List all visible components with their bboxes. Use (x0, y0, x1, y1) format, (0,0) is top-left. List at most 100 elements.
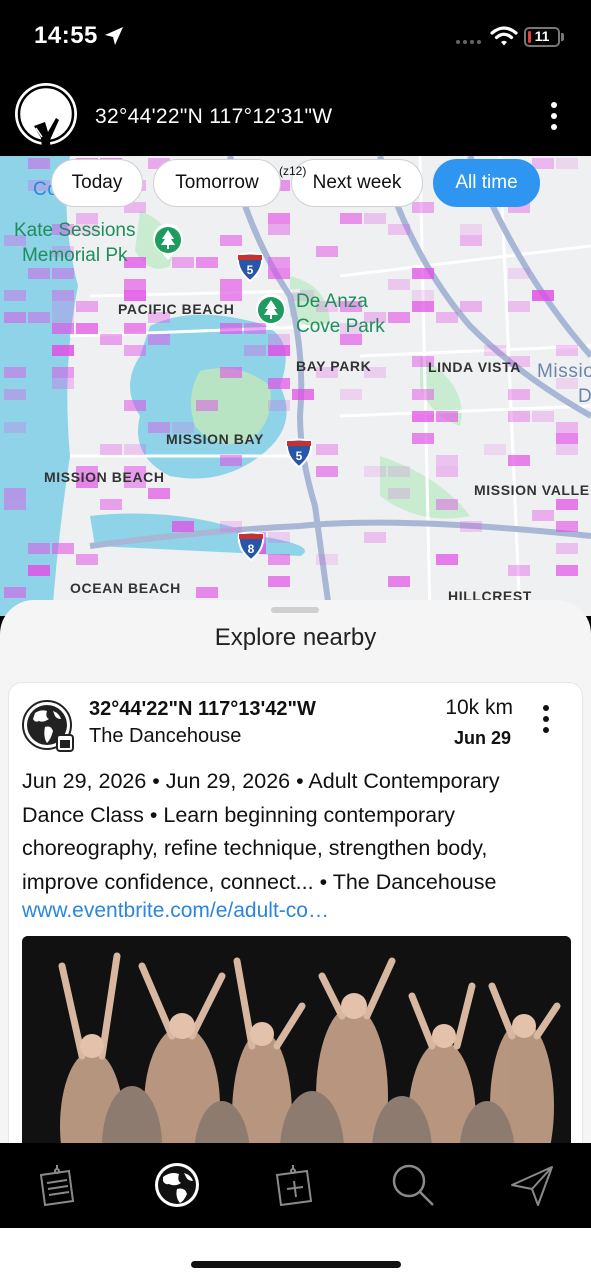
sheet-title: Explore nearby (214, 624, 377, 651)
heatmap-cell (4, 422, 26, 433)
heatmap-cell (412, 389, 434, 400)
heatmap-cell (196, 400, 218, 411)
heatmap-cell (388, 312, 410, 323)
heatmap-cell (484, 345, 506, 356)
heatmap-cell (412, 301, 434, 312)
highway-shield-icon: 5 (285, 438, 313, 468)
heatmap-cell (100, 444, 122, 455)
park-label-kate-sessions: Kate Sessions Memorial Pk (14, 218, 135, 268)
heatmap-cell (76, 554, 98, 565)
heatmap-cell (268, 378, 290, 389)
event-link[interactable]: www.eventbrite.com/e/adult-co… (22, 899, 329, 923)
heatmap-cell (268, 257, 290, 268)
heatmap-cell (532, 411, 554, 422)
event-distance: 10k km (445, 696, 513, 719)
event-description: Jun 29, 2026 • Jun 29, 2026 • Adult Cont… (22, 769, 500, 894)
park-label-line: Memorial Pk (21, 245, 128, 266)
signal-dots-icon (456, 40, 481, 44)
heatmap-cell (460, 235, 482, 246)
filter-chip-tomorrow[interactable]: Tomorrow (153, 159, 281, 207)
heatmap-cell (4, 290, 26, 301)
battery-level: 11 (534, 28, 550, 44)
heatmap-cell (4, 587, 26, 598)
send-icon[interactable] (508, 1161, 556, 1209)
heatmap-cell (436, 499, 458, 510)
heatmap-cell (52, 301, 74, 312)
highway-number: 8 (248, 542, 255, 556)
header-coordinates: 32°44'22"N 117°12'31"W (95, 105, 333, 128)
filter-chip-next-week[interactable]: Next week (291, 159, 423, 207)
park-pin-icon[interactable] (254, 292, 288, 332)
globe-calendar-icon (22, 700, 74, 752)
hand-check-logo[interactable] (12, 80, 80, 160)
heatmap-cell (340, 213, 362, 224)
filter-chip-today[interactable]: Today (51, 159, 143, 207)
heatmap-cell (196, 587, 218, 598)
location-arrow-icon (105, 27, 123, 45)
heatmap-cell (508, 389, 530, 400)
home-indicator[interactable] (191, 1261, 401, 1268)
park-label-line: Kate Sessions (14, 220, 136, 241)
heatmap-cell (52, 312, 74, 323)
note-icon[interactable] (33, 1161, 81, 1209)
heatmap-cell (268, 400, 290, 411)
map-label-bay-park: BAY PARK (296, 358, 372, 374)
map-label-mission-valley: MISSION VALLE (474, 482, 590, 498)
heatmap-cell (220, 367, 242, 378)
sheet-drag-handle[interactable] (271, 607, 319, 613)
map-label-linda-vista: LINDA VISTA (428, 359, 521, 375)
card-more-icon[interactable] (539, 705, 553, 739)
heatmap-cell (100, 334, 122, 345)
heatmap-cell (508, 455, 530, 466)
heatmap-cell (532, 290, 554, 301)
heatmap-cell (364, 532, 386, 543)
heatmap-cell (220, 235, 242, 246)
dancers-photo[interactable] (22, 936, 571, 1145)
search-icon[interactable] (389, 1161, 437, 1209)
heatmap-cell (52, 323, 74, 334)
heatmap-cell (508, 301, 530, 312)
heatmap-cell (268, 268, 290, 279)
heatmap-cell (412, 290, 434, 301)
home-indicator-area (0, 1228, 591, 1280)
heatmap-cell (340, 389, 362, 400)
zoom-level-label: (z12) (279, 164, 307, 178)
heatmap-cell (436, 455, 458, 466)
heatmap-cell (4, 499, 26, 510)
heatmap-cell (556, 345, 578, 356)
heatmap-cell (124, 400, 146, 411)
heatmap-cell (28, 158, 50, 169)
heatmap-cell (52, 290, 74, 301)
heatmap-cell (508, 268, 530, 279)
app-header: 32°44'22"N 117°12'31"W (0, 76, 591, 160)
park-pin-icon[interactable] (151, 222, 185, 262)
more-vertical-icon[interactable] (540, 100, 568, 134)
heatmap-cell (556, 422, 578, 433)
heatmap-cell (220, 290, 242, 301)
heatmap-cell (100, 499, 122, 510)
explore-sheet[interactable]: Explore nearby 32°44'22"N 117°13'42"W Th… (0, 600, 591, 1145)
add-note-icon[interactable] (271, 1161, 319, 1209)
event-card[interactable]: 32°44'22"N 117°13'42"W The Dancehouse 10… (8, 682, 583, 1145)
heatmap-cell (124, 279, 146, 290)
heatmap-cell (484, 444, 506, 455)
status-time: 14:55 (34, 22, 98, 49)
event-date: Jun 29 (453, 728, 511, 748)
filter-chip-all-time[interactable]: All time (433, 159, 540, 207)
map-label-partial: Missio (537, 361, 591, 382)
heatmap-cell (244, 345, 266, 356)
heatmap-cell (52, 543, 74, 554)
highway-number: 5 (247, 263, 254, 277)
heatmap-cell (556, 543, 578, 554)
heatmap-cell (148, 488, 170, 499)
heatmap-cell (124, 323, 146, 334)
map-label-partial: D (578, 386, 591, 407)
heatmap-cell (436, 466, 458, 477)
heatmap-cell (508, 565, 530, 576)
map-view[interactable]: PACIFIC BEACH BAY PARK LINDA VISTA MISSI… (0, 156, 591, 616)
heatmap-cell (364, 466, 386, 477)
heatmap-cell (508, 411, 530, 422)
heatmap-cell (436, 554, 458, 565)
globe-icon[interactable] (153, 1161, 201, 1209)
heatmap-cell (412, 433, 434, 444)
